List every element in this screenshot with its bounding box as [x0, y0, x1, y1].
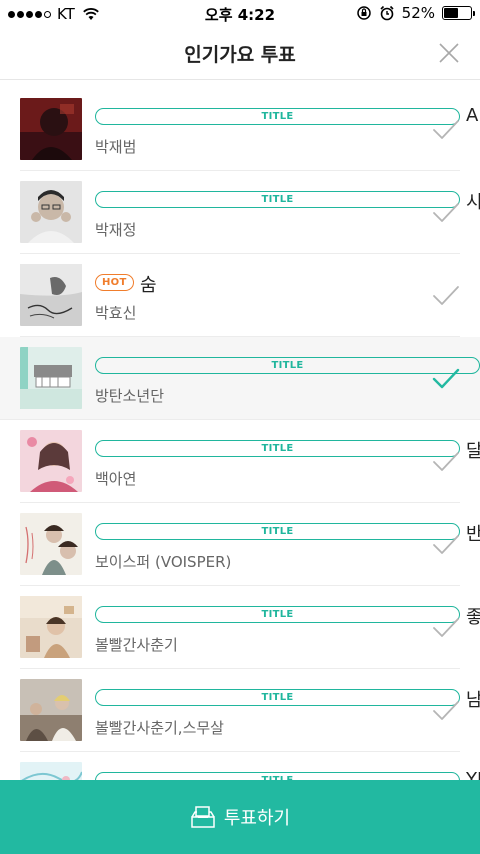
- album-art: [20, 181, 82, 243]
- song-row[interactable]: TITLE 달콤한 빈말 (Feat. 바버렛츠) 백아연: [20, 420, 480, 503]
- song-artist: 박효신: [95, 304, 137, 322]
- song-artist: 방탄소년단: [95, 387, 165, 405]
- title-badge: TITLE: [95, 606, 460, 623]
- alarm-icon: [380, 5, 394, 21]
- song-title: 숨: [140, 275, 157, 296]
- song-title: 남이 될 수 있을까: [466, 686, 480, 712]
- title-badge: TITLE: [95, 191, 460, 208]
- check-icon[interactable]: [432, 201, 460, 225]
- song-row[interactable]: HOT 숨 박효신: [20, 254, 460, 337]
- song-artist: 박재정: [95, 221, 137, 239]
- album-art: [20, 596, 82, 658]
- song-row[interactable]: TITLE 좋다고 말해볼빨간사춘기: [20, 586, 480, 669]
- song-artist: 보이스퍼 (VOISPER): [95, 553, 232, 571]
- check-icon[interactable]: [432, 118, 460, 142]
- song-title: 좋다고 말해: [466, 603, 480, 629]
- title-badge: TITLE: [95, 357, 480, 374]
- check-icon[interactable]: [432, 699, 460, 723]
- title-badge: TITLE: [95, 689, 460, 706]
- status-bar: KT 오후 4:22 52%: [0, 0, 480, 28]
- check-icon[interactable]: [432, 533, 460, 557]
- battery-icon: [442, 6, 475, 20]
- song-artist: 박재범: [95, 138, 137, 156]
- header: 인기가요 투표: [0, 28, 480, 80]
- check-icon[interactable]: [432, 284, 460, 308]
- song-artist: 백아연: [95, 470, 137, 488]
- album-art: [20, 264, 82, 326]
- song-list[interactable]: TITLEAll I Wanna Do (K) (Feat. Ho...박재범T…: [0, 88, 480, 780]
- album-art: [20, 347, 82, 409]
- song-row[interactable]: TITLE 시력박재정: [20, 171, 480, 254]
- check-icon[interactable]: [432, 367, 460, 391]
- album-art: [20, 430, 82, 492]
- song-title: 시력: [466, 188, 480, 214]
- status-right: 52%: [356, 4, 475, 22]
- song-artist: 볼빨간사춘기,스무살: [95, 719, 224, 737]
- close-icon[interactable]: [436, 40, 462, 66]
- title-badge: TITLE: [95, 440, 460, 457]
- album-art: [20, 98, 82, 160]
- song-title: All I Wanna Do (K) (Feat. Ho...: [466, 105, 480, 126]
- check-icon[interactable]: [432, 450, 460, 474]
- song-title: 반했나봐: [466, 520, 480, 546]
- ballot-box-icon: [191, 806, 215, 828]
- song-row[interactable]: TITLE YESTERDAY: [20, 752, 480, 780]
- song-title: 달콤한 빈말 (Feat. 바버렛츠): [466, 437, 480, 463]
- song-title: YESTERDAY: [466, 769, 480, 780]
- vote-button-label: 투표하기: [223, 808, 291, 829]
- title-badge: TITLE: [95, 772, 460, 780]
- song-row[interactable]: TITLE 남이 될 수 있을까볼빨간사춘기,스무살: [20, 669, 480, 752]
- song-row[interactable]: TITLE All I Wanna Do (K) (Feat. Ho... 박재범: [20, 88, 480, 171]
- album-art: [20, 513, 82, 575]
- rotation-lock-icon: [356, 6, 371, 20]
- album-art: [20, 679, 82, 741]
- battery-level: [444, 8, 458, 18]
- page-title: 인기가요 투표: [184, 44, 296, 66]
- check-icon[interactable]: [432, 616, 460, 640]
- battery-percent: 52%: [401, 4, 435, 22]
- hot-badge: HOT: [95, 274, 134, 291]
- album-art: [20, 762, 82, 780]
- title-badge: TITLE: [95, 523, 460, 540]
- song-artist: 볼빨간사춘기: [95, 636, 178, 654]
- vote-button[interactable]: 투표하기: [0, 780, 480, 854]
- song-row[interactable]: TITLE 반했나봐보이스퍼 (VOISPER): [20, 503, 480, 586]
- song-row[interactable]: TITLE봄날방탄소년단: [0, 337, 480, 420]
- title-badge: TITLE: [95, 108, 460, 125]
